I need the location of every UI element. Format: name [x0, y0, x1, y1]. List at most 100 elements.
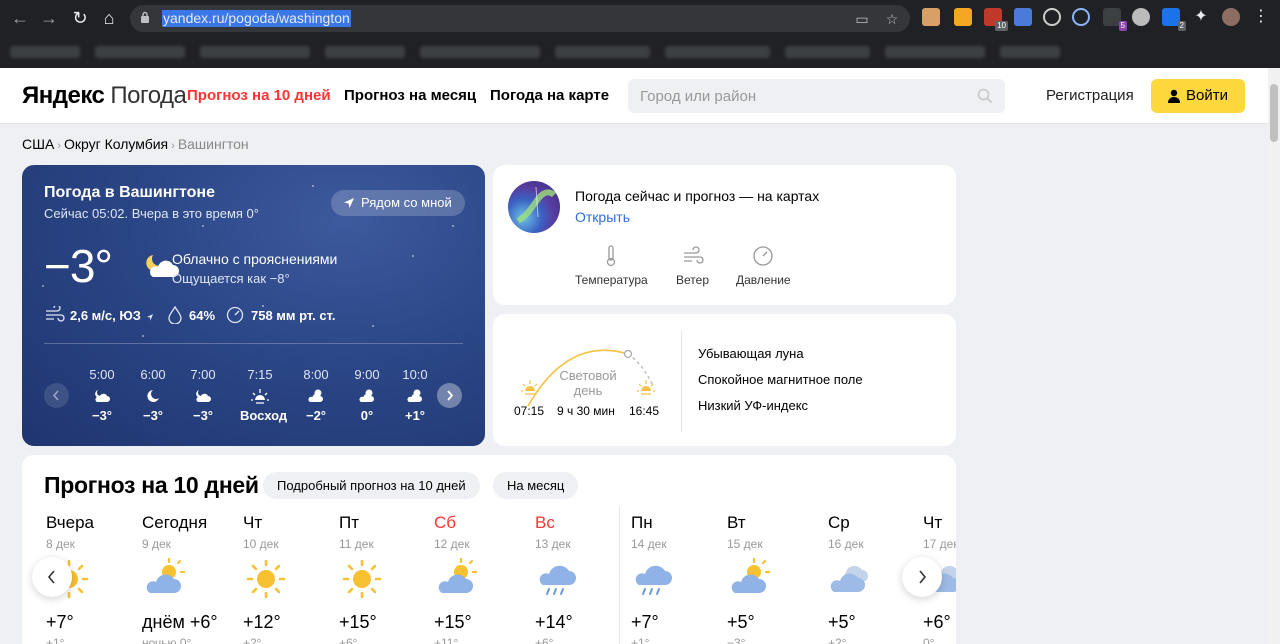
maps-open-link[interactable]: Открыть [575, 209, 630, 225]
profile-avatar[interactable] [1222, 8, 1240, 26]
extension-icon[interactable] [922, 8, 940, 26]
week-divider [619, 507, 620, 644]
home-icon[interactable]: ⌂ [97, 6, 121, 30]
night-temperature: +11° [434, 636, 459, 644]
extension-icon[interactable]: 2 [1162, 8, 1186, 31]
register-link[interactable]: Регистрация [1046, 87, 1134, 104]
sunset-icon [637, 380, 655, 395]
forecast-day[interactable]: Чт 17 дек +6° 0° [923, 513, 956, 644]
cast-icon[interactable]: ▭ [852, 9, 872, 29]
browser-chrome: ← → ↻ ⌂ yandex.ru/pogoda/washington ▭ ☆ … [0, 0, 1280, 68]
bookmark-item[interactable] [555, 46, 650, 58]
night-temperature: +1° [631, 636, 650, 644]
bookmark-item[interactable] [200, 46, 310, 58]
search-input[interactable] [628, 79, 958, 113]
chevron-left-icon [47, 570, 55, 584]
bookmark-item[interactable] [95, 46, 185, 58]
page-scrollbar[interactable] [1268, 68, 1280, 644]
extension-icon[interactable]: 5 [1103, 8, 1127, 31]
extension-icon[interactable] [954, 8, 972, 26]
sun-icon [342, 559, 382, 599]
breadcrumb-current: Вашингтон [177, 136, 249, 152]
bookmark-item[interactable] [885, 46, 985, 58]
user-icon [1168, 89, 1180, 103]
bookmark-item[interactable] [325, 46, 405, 58]
sunrise-time: 07:15 [514, 404, 545, 418]
map-thumbnail[interactable] [508, 181, 560, 233]
hourly-item: 6:00 −3° [140, 367, 166, 423]
extension-icon[interactable] [1132, 8, 1150, 26]
nav-forecast-month[interactable]: Прогноз на месяц [344, 87, 476, 104]
day-date: 17 дек [923, 537, 956, 551]
forecast-day[interactable]: Пн 14 дек +7° +1° [631, 513, 721, 644]
condition-text: Облачно с прояснениями [172, 251, 338, 267]
forecast-day[interactable]: Вчера 8 дек +7° +1° [46, 513, 136, 644]
forecast-day[interactable]: Вт 15 дек +5° −3° [727, 513, 817, 644]
pressure-stat: 758 мм рт. ст. [226, 306, 335, 324]
nearby-button[interactable]: Рядом со мной [331, 190, 465, 216]
map-temperature-link[interactable]: Температура [575, 245, 648, 287]
back-icon[interactable]: ← [8, 6, 32, 30]
forecast-day[interactable]: Ср 16 дек +5° +2° [828, 513, 918, 644]
day-name: Ср [828, 513, 850, 532]
day-date: 11 дек [339, 537, 374, 551]
bookmark-star-icon[interactable]: ☆ [882, 9, 902, 29]
month-forecast-button[interactable]: На месяц [493, 472, 579, 499]
forecast-day[interactable]: Пт 11 дек +15° +6° [339, 513, 429, 644]
day-temperature: +6° [923, 612, 951, 632]
search-icon[interactable] [977, 88, 993, 104]
day-name: Чт [243, 513, 263, 532]
breadcrumb-usa[interactable]: США [22, 136, 54, 152]
login-button[interactable]: Войти [1151, 79, 1245, 113]
cloud-sun-icon [407, 389, 422, 402]
map-pressure-link[interactable]: Давление [736, 245, 791, 287]
forecast-day[interactable]: Чт 10 дек +12° +2° [243, 513, 333, 644]
rain-icon [635, 565, 672, 595]
sunrise-icon [521, 380, 539, 395]
address-bar[interactable]: yandex.ru/pogoda/washington ▭ ☆ [130, 5, 910, 32]
nav-weather-map[interactable]: Погода на карте [490, 87, 609, 104]
breadcrumb-district[interactable]: Округ Колумбия [64, 136, 168, 152]
nav-forecast-10-days[interactable]: Прогноз на 10 дней [187, 87, 331, 104]
night-temperature: 0° [923, 636, 935, 644]
puzzle-icon[interactable]: ✦ [1192, 8, 1210, 26]
rain-icon [539, 565, 576, 595]
day-date: 12 дек [434, 537, 470, 551]
forecast-day[interactable]: Вс 13 дек +14° +6° [535, 513, 625, 644]
hourly-prev-button[interactable] [44, 383, 69, 408]
scroll-thumb[interactable] [1270, 84, 1278, 142]
bookmark-item[interactable] [785, 46, 870, 58]
extension-icon[interactable] [1072, 8, 1090, 26]
reload-icon[interactable]: ↻ [68, 6, 92, 30]
url-text[interactable]: yandex.ru/pogoda/washington [162, 10, 351, 27]
cloud-sun-icon [308, 389, 323, 402]
site-header: Яндекс Погода Прогноз на 10 дней Прогноз … [0, 68, 1268, 124]
translate-icon[interactable] [1014, 8, 1032, 26]
hourly-next-button[interactable] [437, 383, 462, 408]
forecast-10-days-card: Прогноз на 10 дней Подробный прогноз на … [22, 455, 956, 644]
day-date: 15 дек [727, 537, 763, 551]
day-temperature: +15° [434, 612, 472, 632]
forecast-next-button[interactable] [902, 557, 942, 597]
map-wind-link[interactable]: Ветер [676, 245, 709, 287]
yandex-weather-logo[interactable]: Яндекс Погода [22, 82, 187, 110]
forward-icon[interactable]: → [37, 6, 61, 30]
bookmark-item[interactable] [420, 46, 540, 58]
sun-icon [246, 559, 286, 599]
menu-icon[interactable]: ⋮ [1252, 8, 1270, 26]
day-name: Пт [339, 513, 360, 532]
forecast-day[interactable]: Сегодня 9 дек днём +6° ночью 0° [142, 513, 232, 644]
browser-toolbar: ← → ↻ ⌂ yandex.ru/pogoda/washington ▭ ☆ … [0, 0, 1280, 36]
extension-icon[interactable] [1043, 8, 1061, 26]
forecast-day[interactable]: Сб 12 дек +15° +11° [434, 513, 524, 644]
cloud-sun-icon [731, 558, 771, 593]
extension-icon[interactable]: 10 [984, 8, 1008, 31]
detailed-forecast-button[interactable]: Подробный прогноз на 10 дней [263, 472, 480, 499]
hourly-item: 9:00 0° [354, 367, 380, 423]
sunset-time: 16:45 [629, 404, 660, 418]
bookmark-item[interactable] [10, 46, 80, 58]
hourly-item: 7:15 Восход [240, 367, 288, 423]
bookmark-item[interactable] [1000, 46, 1060, 58]
forecast-prev-button[interactable] [32, 557, 72, 597]
bookmark-item[interactable] [665, 46, 770, 58]
